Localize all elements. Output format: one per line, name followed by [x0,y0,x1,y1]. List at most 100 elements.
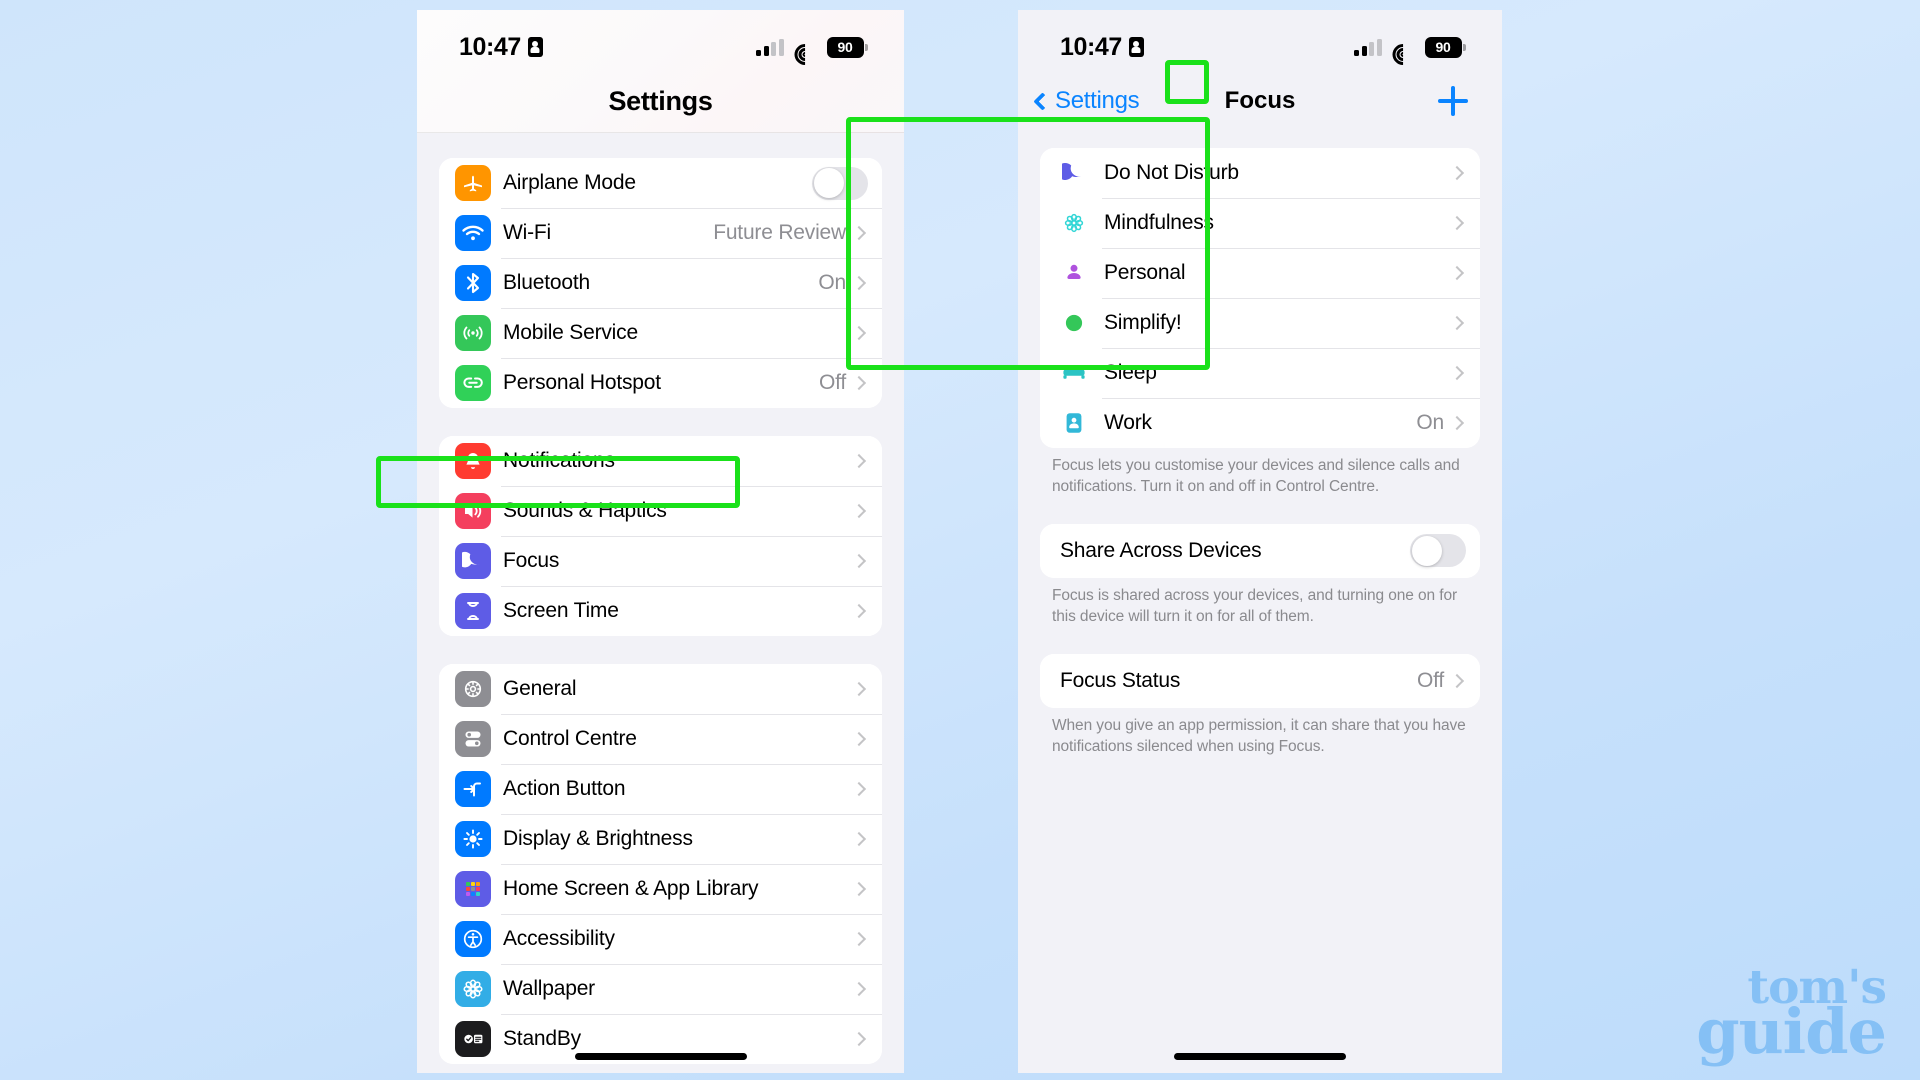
settings-row-label: Personal Hotspot [503,371,661,394]
settings-group-notifications: Notifications Sounds & Haptics Focus Scr… [439,436,882,636]
settings-row-wifi[interactable]: Wi-Fi Future Review [439,208,882,258]
focus-row-label: Work [1104,411,1152,434]
battery-level-label: 90 [1435,39,1451,55]
plus-icon [1437,86,1468,116]
focus-nav-bar: Settings Focus [1018,70,1502,132]
green-circle-icon [1056,305,1092,341]
antenna-icon [455,315,491,351]
focus-row-do-not-disturb[interactable]: Do Not Disturb [1040,148,1480,198]
settings-row-wallpaper[interactable]: Wallpaper [439,964,882,1014]
focus-row-personal[interactable]: Personal [1040,248,1480,298]
settings-row-label: Wi-Fi [503,221,551,244]
share-across-devices-label: Share Across Devices [1060,538,1262,562]
chevron-right-icon [1449,365,1465,381]
wifi-icon [455,215,491,251]
focus-row-sleep[interactable]: Sleep [1040,348,1480,398]
status-time: 10:47 [459,32,521,61]
settings-row-bluetooth[interactable]: Bluetooth On [439,258,882,308]
chevron-right-icon [851,731,867,747]
moon-icon [1056,155,1092,191]
chevron-right-icon [851,553,867,569]
chevron-right-icon [851,453,867,469]
airplane-mode-toggle[interactable] [812,166,868,200]
focus-status-group: Focus Status Off [1040,653,1480,708]
app-grid-icon [455,871,491,907]
focus-scroll-area[interactable]: 10:47 90 Settings Focus Do Not Disturb M… [1018,10,1502,1073]
focus-status-row[interactable]: Focus Status Off [1040,653,1480,708]
settings-row-personal-hotspot[interactable]: Personal Hotspot Off [439,358,882,408]
settings-row-notifications[interactable]: Notifications [439,436,882,486]
focus-row-work[interactable]: Work On [1040,398,1480,448]
home-indicator [574,1053,747,1060]
mindfulness-flower-icon [1056,205,1092,241]
chevron-right-icon [1449,673,1465,688]
settings-title-bar: Settings [417,70,904,132]
settings-row-mobile-service[interactable]: Mobile Service [439,308,882,358]
settings-row-general[interactable]: General [439,664,882,714]
add-focus-button[interactable] [1425,74,1480,129]
status-time: 10:47 [1060,32,1122,61]
back-to-settings-button[interactable]: Settings [1033,87,1140,115]
settings-row-label: Notifications [503,449,615,472]
chevron-right-icon [1449,415,1465,431]
hotspot-link-icon [455,365,491,401]
settings-row-label: Airplane Mode [503,171,636,194]
focus-row-simplify[interactable]: Simplify! [1040,298,1480,348]
chevron-right-icon [851,781,867,797]
status-bar-right-cluster: 90 [1354,36,1466,69]
settings-row-label: General [503,677,577,700]
focus-status-footnote: When you give an app permission, it can … [1052,716,1466,755]
back-button-label: Settings [1055,87,1140,114]
settings-row-label: Sounds & Haptics [503,499,667,522]
toms-guide-watermark: tom's guide [1696,964,1887,1063]
chevron-left-icon [1033,91,1052,111]
chevron-right-icon [851,375,867,391]
focus-row-label: Personal [1104,261,1186,284]
chevron-right-icon [1449,165,1465,181]
settings-row-display-brightness[interactable]: Display & Brightness [439,814,882,864]
wifi-icon [1388,39,1418,69]
focus-row-mindfulness[interactable]: Mindfulness [1040,198,1480,248]
chevron-right-icon [1449,265,1465,281]
focus-row-label: Do Not Disturb [1104,161,1239,184]
settings-row-focus[interactable]: Focus [439,536,882,586]
status-bar-left-cluster: 10:47 [459,33,543,62]
settings-row-label: Screen Time [503,599,619,622]
settings-row-screen-time[interactable]: Screen Time [439,586,882,636]
battery-level-label: 90 [837,39,853,55]
settings-row-label: StandBy [503,1027,581,1050]
settings-row-control-centre[interactable]: Control Centre [439,714,882,764]
chevron-right-icon [851,503,867,519]
focus-list-group: Do Not Disturb Mindfulness Personal Simp… [1040,148,1480,448]
chevron-right-icon [851,931,867,947]
share-across-devices-group: Share Across Devices [1040,523,1480,578]
focus-status-value: Off [1416,668,1444,692]
status-bar-left-cluster: 10:47 [1060,33,1144,62]
status-bar-right-cluster: 90 [756,36,868,69]
accessibility-icon [455,921,491,957]
settings-group-system: General Control Centre Action Button Dis… [439,664,882,1064]
phone-settings-screen: 10:47 90 Settings Airplane Mode Wi-Fi Fu… [417,10,904,1073]
share-across-devices-row[interactable]: Share Across Devices [1040,523,1480,578]
settings-scroll-area[interactable]: 10:47 90 Settings Airplane Mode Wi-Fi Fu… [417,10,904,1073]
chevron-right-icon [851,881,867,897]
focus-status-label: Focus Status [1060,668,1181,692]
chevron-right-icon [1449,315,1465,331]
settings-row-home-screen[interactable]: Home Screen & App Library [439,864,882,914]
settings-row-accessibility[interactable]: Accessibility [439,914,882,964]
settings-row-value: Off [818,371,846,394]
status-bar-left: 10:47 90 [417,10,904,70]
settings-row-label: Mobile Service [503,321,638,344]
home-indicator [1174,1053,1346,1060]
settings-row-airplane-mode[interactable]: Airplane Mode [439,158,882,208]
bell-icon [455,443,491,479]
airplane-icon [455,165,491,201]
settings-row-sounds-haptics[interactable]: Sounds & Haptics [439,486,882,536]
flower-icon [455,971,491,1007]
settings-row-label: Home Screen & App Library [503,877,759,900]
settings-group-connectivity: Airplane Mode Wi-Fi Future Review Blueto… [439,158,882,408]
settings-row-action-button[interactable]: Action Button [439,764,882,814]
battery-icon: 90 [1424,36,1466,58]
bluetooth-icon [455,265,491,301]
share-across-devices-toggle[interactable] [1410,534,1466,568]
